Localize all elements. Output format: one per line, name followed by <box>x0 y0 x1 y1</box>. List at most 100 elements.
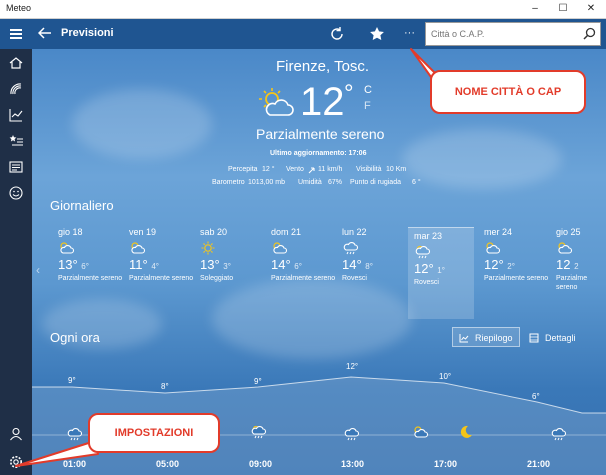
news-icon[interactable] <box>8 159 24 175</box>
rain-cloud-icon <box>551 427 567 441</box>
favorite-star-icon[interactable] <box>368 25 386 43</box>
day-high: 14° <box>271 257 291 272</box>
hour-label: 09:00 <box>249 459 273 469</box>
summary-button[interactable]: Riepilogo <box>452 327 520 347</box>
day-low: 2 <box>574 262 579 271</box>
partly-cloudy-icon <box>414 426 429 438</box>
search-box[interactable] <box>425 22 601 46</box>
day-condition: Rovesci <box>414 279 439 286</box>
visibility-label: Visibilità <box>356 166 382 173</box>
wind-direction-icon <box>308 167 315 174</box>
day-card[interactable]: lun 22 14° 8° Rovesci <box>342 227 408 283</box>
home-icon[interactable] <box>8 55 24 71</box>
day-low: 1° <box>437 266 445 275</box>
wind-value: 11 km/h <box>318 166 343 173</box>
humidity-label: Umidità <box>298 179 322 186</box>
refresh-icon[interactable] <box>328 25 346 43</box>
day-name: mar 23 <box>414 231 443 241</box>
day-high: 13° <box>58 257 78 272</box>
day-low: 3° <box>223 262 231 271</box>
day-card[interactable]: dom 21 14° 6° Parzialmente sereno <box>271 227 337 283</box>
hourly-temp: 9° <box>68 376 76 385</box>
day-name: lun 22 <box>342 227 367 237</box>
last-updated: Ultimo aggiornamento: 17:06 <box>270 150 367 157</box>
day-low: 2° <box>507 262 515 271</box>
feedback-smiley-icon[interactable] <box>8 185 24 201</box>
details-button[interactable]: Dettagli <box>524 327 580 347</box>
day-card[interactable]: mer 24 12° 2° Parzialmente sereno <box>484 227 550 283</box>
day-name: gio 18 <box>58 227 83 237</box>
visibility-value: 10 Km <box>386 166 407 173</box>
callout-city-name: NOME CITTÀ O CAP <box>430 70 586 114</box>
unit-celsius-toggle[interactable]: C <box>364 84 372 96</box>
current-temperature: 12 <box>300 80 345 124</box>
hourly-temp: 8° <box>161 382 169 391</box>
partly-cloudy-icon <box>58 241 124 255</box>
location-name: Firenze, Tosc. <box>276 58 370 75</box>
hourly-temp: 9° <box>254 377 262 386</box>
unit-fahrenheit-toggle[interactable]: F <box>364 100 371 112</box>
hour-label: 21:00 <box>527 459 551 469</box>
feels-like-value: 12 ° <box>262 166 275 173</box>
hour-label: 17:00 <box>434 459 458 469</box>
day-high: 12 <box>556 257 571 272</box>
degree-symbol: ° <box>344 80 354 107</box>
hourly-temp: 12° <box>346 362 359 371</box>
more-options-button[interactable]: ··· <box>404 27 415 39</box>
day-high: 11° <box>129 257 148 272</box>
sidebar <box>0 49 32 475</box>
dew-point-value: 6 ° <box>412 179 421 186</box>
hourly-section-title: Ogni ora <box>50 330 100 345</box>
hourly-temp: 10° <box>439 372 452 381</box>
line-chart-icon <box>459 334 469 343</box>
day-card[interactable]: gio 18 13° 6° Parzialmente sereno <box>58 227 124 283</box>
hourly-temp: 6° <box>532 392 540 401</box>
day-low: 8° <box>365 262 373 271</box>
day-card-selected[interactable]: mar 23 12° 1° Rovesci <box>408 227 474 319</box>
window-titlebar: Meteo – ☐ ✕ <box>0 0 606 19</box>
feels-like-label: Percepita <box>228 166 258 173</box>
maximize-button[interactable]: ☐ <box>550 0 576 18</box>
close-button[interactable]: ✕ <box>578 0 604 18</box>
rain-sun-icon <box>414 245 474 259</box>
rain-cloud-icon <box>344 427 360 441</box>
sun-icon <box>200 241 266 255</box>
day-high: 12° <box>414 261 434 276</box>
daily-prev-arrow[interactable]: ‹ <box>36 263 40 277</box>
minimize-button[interactable]: – <box>522 0 548 18</box>
day-card[interactable]: sab 20 13° 3° Soleggiato <box>200 227 266 283</box>
humidity-value: 67% <box>328 179 343 186</box>
day-high: 13° <box>200 257 220 272</box>
day-condition: Parzialmente sereno <box>271 275 336 282</box>
day-name: ven 19 <box>129 227 157 237</box>
favorites-list-icon[interactable] <box>8 133 24 149</box>
hamburger-menu-button[interactable] <box>0 19 32 49</box>
radar-map-icon[interactable] <box>8 81 24 97</box>
historical-chart-icon[interactable] <box>8 107 24 123</box>
day-condition: Parzialmente sereno <box>58 275 123 282</box>
rain-icon <box>342 241 408 255</box>
partly-cloudy-icon <box>556 241 606 255</box>
day-high: 12° <box>484 257 504 272</box>
day-condition: Rovesci <box>342 275 367 282</box>
day-name: gio 25 <box>556 227 581 237</box>
moon-icon <box>460 425 472 438</box>
search-icon[interactable] <box>583 27 596 40</box>
barometer-label: Barometro <box>212 179 245 186</box>
daily-section-title: Giornaliero <box>50 198 114 213</box>
page-title: Previsioni <box>61 27 114 39</box>
back-arrow-icon[interactable] <box>38 27 52 39</box>
summary-label: Riepilogo <box>475 333 513 343</box>
hour-label: 13:00 <box>341 459 365 469</box>
day-name: mer 24 <box>484 227 513 237</box>
window-title: Meteo <box>6 3 32 13</box>
day-card[interactable]: gio 25 12 2 Parzialme sereno <box>556 227 606 292</box>
search-input[interactable] <box>431 27 579 41</box>
day-name: sab 20 <box>200 227 228 237</box>
day-card[interactable]: ven 19 11° 4° Parzialmente sereno <box>129 227 195 283</box>
callout-settings: IMPOSTAZIONI <box>88 413 220 453</box>
barometer-value: 1013,00 mb <box>248 179 285 186</box>
day-condition: Parzialmente sereno <box>129 275 194 282</box>
hour-label: 05:00 <box>156 459 180 469</box>
day-low: 4° <box>151 262 159 271</box>
